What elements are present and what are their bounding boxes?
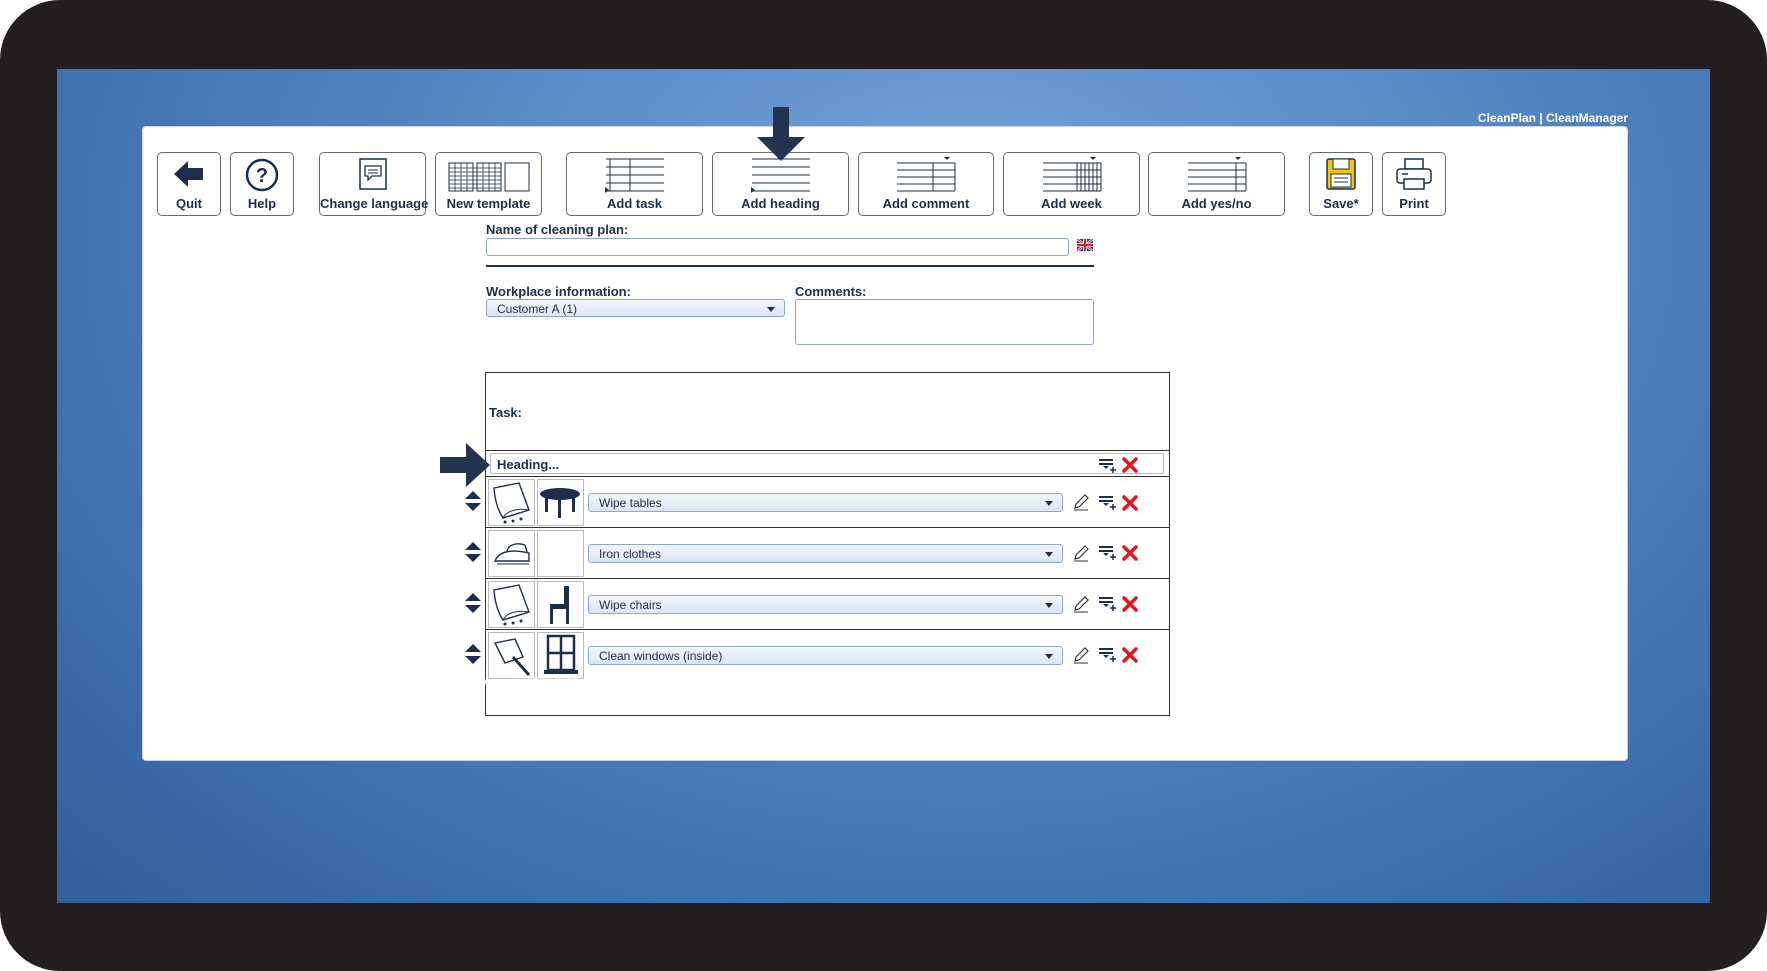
add-task-button[interactable]: Add task <box>566 152 703 216</box>
quit-label: Quit <box>176 196 202 211</box>
reorder-icon[interactable] <box>465 644 481 664</box>
task-row: Iron clothes <box>486 527 1169 579</box>
task-select-value: Iron clothes <box>599 547 662 561</box>
task-row: Wipe tables <box>486 476 1169 528</box>
chevron-down-icon <box>1045 552 1053 557</box>
add-heading-label: Add heading <box>741 196 820 211</box>
change-language-button[interactable]: Change language <box>319 152 429 216</box>
task-select-wipe-chairs[interactable]: Wipe chairs <box>588 595 1063 614</box>
task-select-value: Wipe chairs <box>599 598 662 612</box>
template-grid-icon <box>448 162 529 192</box>
add-week-label: Add week <box>1041 196 1102 211</box>
task-header-label: Task: <box>489 405 522 420</box>
pencil-icon[interactable] <box>1072 493 1090 511</box>
brand-title: CleanPlan | CleanManager <box>1477 111 1628 125</box>
insert-row-icon[interactable] <box>1099 457 1117 473</box>
task-table: Task: Heading... Wipe tables Iron clothe… <box>485 372 1170 716</box>
cloth-icon <box>488 479 535 526</box>
new-template-button[interactable]: New template <box>435 152 542 216</box>
add-yesno-label: Add yes/no <box>1181 196 1252 211</box>
quit-button[interactable]: Quit <box>157 152 221 216</box>
task-row: Wipe chairs <box>486 578 1169 630</box>
delete-icon[interactable] <box>1122 545 1138 561</box>
help-label: Help <box>247 196 277 211</box>
plan-name-input[interactable] <box>486 238 1069 256</box>
save-label: Save* <box>1323 196 1359 211</box>
insert-row-icon[interactable] <box>1099 544 1117 560</box>
insert-row-icon[interactable] <box>1099 494 1117 510</box>
help-button[interactable]: ? Help <box>230 152 294 216</box>
comments-textarea[interactable] <box>795 299 1094 345</box>
squeegee-icon <box>488 632 535 679</box>
svg-text:?: ? <box>256 165 268 187</box>
delete-icon[interactable] <box>1122 495 1138 511</box>
chevron-down-icon <box>767 307 775 312</box>
reorder-icon[interactable] <box>465 542 481 562</box>
insert-row-icon[interactable] <box>1099 646 1117 662</box>
speech-bubble-icon <box>358 158 387 190</box>
add-task-label: Add task <box>607 196 662 211</box>
iron-icon <box>488 530 535 577</box>
task-select-clean-windows[interactable]: Clean windows (inside) <box>588 646 1063 665</box>
pencil-icon[interactable] <box>1072 544 1090 562</box>
pencil-icon[interactable] <box>1072 595 1090 613</box>
floppy-disk-icon <box>1326 158 1356 190</box>
screen: CleanPlan | CleanManager Quit ? Help Cha… <box>57 69 1710 903</box>
comments-label: Comments: <box>795 284 867 299</box>
footer-copyright: © Copyright 2009-2023 CleanManager ApS -… <box>465 676 1302 688</box>
chevron-down-icon <box>1045 603 1053 608</box>
workplace-label: Workplace information: <box>486 284 631 299</box>
cloth-icon <box>488 581 535 628</box>
empty-icon-slot <box>537 530 584 577</box>
window-icon <box>537 632 584 679</box>
heading-input[interactable]: Heading... <box>490 453 1164 474</box>
delete-icon[interactable] <box>1122 647 1138 663</box>
form-divider <box>486 265 1094 267</box>
task-select-wipe-tables[interactable]: Wipe tables <box>588 493 1063 512</box>
reorder-icon[interactable] <box>465 491 481 511</box>
chair-icon <box>537 581 584 628</box>
change-language-label: Change language <box>320 196 429 211</box>
down-arrow-annotation-icon <box>757 107 805 161</box>
add-week-button[interactable]: Add week <box>1003 152 1140 216</box>
workplace-select[interactable]: Customer A (1) <box>486 299 785 317</box>
task-select-value: Clean windows (inside) <box>599 649 723 663</box>
task-row: Clean windows (inside) <box>486 629 1169 681</box>
new-template-label: New template <box>446 196 531 211</box>
question-icon: ? <box>245 158 279 192</box>
insert-row-icon[interactable] <box>1099 595 1117 611</box>
uk-flag-icon[interactable] <box>1077 239 1093 251</box>
main-panel: Quit ? Help Change language New template… <box>142 107 1628 761</box>
back-arrow-icon <box>174 161 203 187</box>
task-select-iron-clothes[interactable]: Iron clothes <box>588 544 1063 563</box>
reorder-icon[interactable] <box>465 593 481 613</box>
add-comment-button[interactable]: Add comment <box>858 152 994 216</box>
task-select-value: Wipe tables <box>599 496 662 510</box>
add-yesno-button[interactable]: Add yes/no <box>1148 152 1285 216</box>
save-button[interactable]: Save* <box>1309 152 1373 216</box>
add-yesno-icon <box>1187 157 1246 192</box>
add-comment-label: Add comment <box>882 196 970 211</box>
task-table-header: Task: <box>486 373 1169 451</box>
print-label: Print <box>1399 196 1429 211</box>
pencil-icon[interactable] <box>1072 646 1090 664</box>
right-arrow-annotation-icon <box>440 443 490 487</box>
printer-icon <box>1396 158 1432 190</box>
print-button[interactable]: Print <box>1382 152 1446 216</box>
workplace-select-value: Customer A (1) <box>497 302 578 316</box>
delete-icon[interactable] <box>1122 457 1138 473</box>
add-week-icon <box>1042 157 1101 192</box>
add-task-icon <box>604 158 664 193</box>
chevron-down-icon <box>1045 654 1053 659</box>
add-comment-icon <box>897 157 956 192</box>
delete-icon[interactable] <box>1122 596 1138 612</box>
table-icon <box>537 479 584 526</box>
cookies-link[interactable]: Cookies on this webpage <box>57 688 1710 700</box>
device-bezel: CleanPlan | CleanManager Quit ? Help Cha… <box>0 0 1767 971</box>
name-label: Name of cleaning plan: <box>486 222 629 237</box>
chevron-down-icon <box>1045 501 1053 506</box>
